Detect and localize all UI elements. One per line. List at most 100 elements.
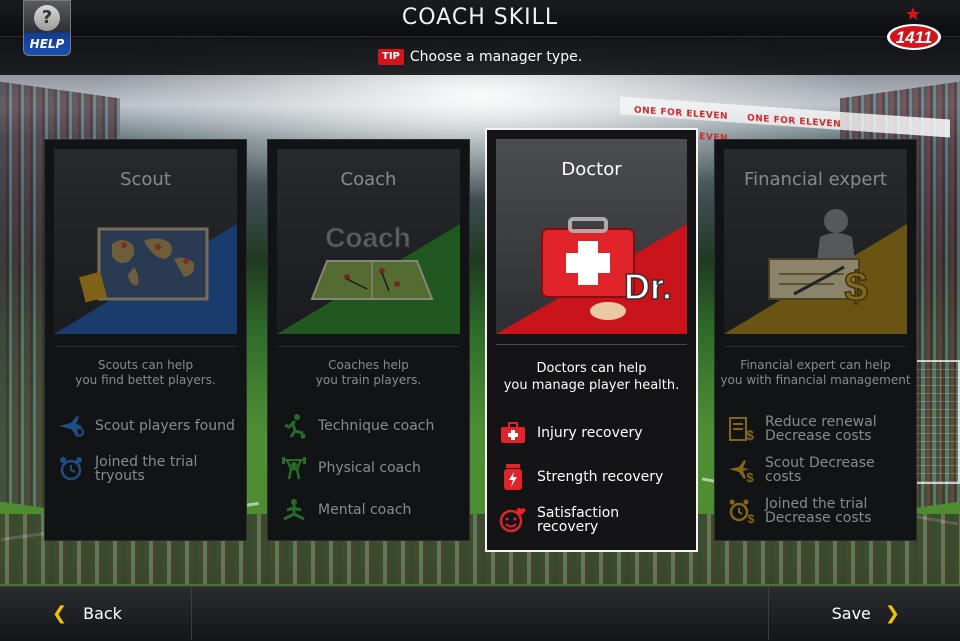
card-description: Coaches help you train players. <box>268 358 469 388</box>
energy-drink-icon <box>499 464 527 490</box>
plane-search-icon <box>57 413 85 439</box>
feature-line: tryouts <box>95 468 145 484</box>
help-button[interactable]: ? HELP <box>23 0 71 56</box>
feature-line: Scout players found <box>95 418 235 434</box>
feature-label: Reduce renewal Decrease costs <box>765 415 877 443</box>
save-button[interactable]: Save ❯ <box>768 586 960 640</box>
feature-label: Strength recovery <box>537 470 663 484</box>
feature-label: Joined the trial tryouts <box>95 455 197 483</box>
feature-item: Technique coach <box>280 413 465 439</box>
divider <box>724 346 907 347</box>
feature-line: Joined the trial <box>95 454 198 470</box>
tip-text: Choose a manager type. <box>409 49 583 65</box>
feature-line: Decrease costs <box>765 510 872 526</box>
card-title: Scout <box>120 169 171 190</box>
manager-card-doctor[interactable]: Dr. Doctor Doctors can help you manage p… <box>485 128 698 552</box>
feature-item: $ Reduce renewal Decrease costs <box>727 415 912 443</box>
feature-item: Joined the trial tryouts <box>57 455 242 483</box>
description-line: Doctors can help <box>536 361 647 376</box>
card-description: Financial expert can help you with finan… <box>715 358 916 388</box>
description-line: Coaches help <box>328 358 409 372</box>
feature-line: Satisfaction <box>537 505 620 521</box>
question-mark-icon: ? <box>34 5 60 31</box>
feature-line: recovery <box>537 519 599 535</box>
feature-label: Satisfaction recovery <box>537 506 619 534</box>
feature-line: Technique coach <box>318 418 435 434</box>
feature-item: Scout players found <box>57 413 242 439</box>
description-line: you train players. <box>315 373 422 387</box>
back-label: Back <box>83 603 122 623</box>
doctor-art-text: Dr. <box>624 266 672 307</box>
card-title: Doctor <box>561 159 622 180</box>
coach-artwork: Coach Coach <box>277 149 460 334</box>
description-line: you find bettet players. <box>75 373 216 387</box>
svg-text:$: $ <box>746 470 754 483</box>
description-line: you manage player health. <box>503 378 680 393</box>
page-title: COACH SKILL <box>401 5 559 30</box>
financial-expert-artwork: $ Financial expert <box>724 149 907 334</box>
feature-item: Physical coach <box>280 455 465 481</box>
card-description: Scouts can help you find bettet players. <box>45 358 246 388</box>
smiley-heart-icon <box>499 507 527 533</box>
kicking-player-icon <box>280 413 308 439</box>
alarm-dollar-icon: $ <box>727 498 755 524</box>
svg-text:$: $ <box>746 427 754 442</box>
feature-label: Mental coach <box>318 503 411 517</box>
help-label: HELP <box>29 37 65 51</box>
feature-label: Joined the trial Decrease costs <box>765 497 871 525</box>
feature-label: Technique coach <box>318 419 434 433</box>
feature-line: Mental coach <box>318 502 412 518</box>
chevron-right-icon: ❯ <box>884 602 900 624</box>
feature-item: Strength recovery <box>499 464 684 490</box>
chevron-left-icon: ❮ <box>52 602 68 624</box>
description-line: Scouts can help <box>97 358 194 372</box>
manager-card-financial-expert[interactable]: $ Financial expert Financial expert can … <box>714 139 917 541</box>
svg-text:$: $ <box>844 263 867 310</box>
logo-text: 1411 <box>896 28 933 47</box>
back-button[interactable]: ❮ Back <box>0 586 192 640</box>
divider <box>54 346 237 347</box>
first-aid-kit-icon <box>499 420 527 446</box>
feature-item: Mental coach <box>280 497 465 523</box>
feature-line: Strength recovery <box>537 469 664 485</box>
coach-art-text: Coach <box>325 222 411 253</box>
feature-item: $ Scout Decrease costs <box>727 456 912 484</box>
card-description: Doctors can help you manage player healt… <box>487 360 696 394</box>
top-bar: COACH SKILL <box>0 0 960 37</box>
manager-card-coach[interactable]: Coach Coach Coaches help you train playe… <box>267 139 470 541</box>
feature-line: Reduce renewal <box>765 414 877 430</box>
card-title: Financial expert <box>744 169 887 190</box>
feature-item: Injury recovery <box>499 420 684 446</box>
feature-label: Scout Decrease costs <box>765 456 875 484</box>
tip-badge: TIP <box>378 49 404 65</box>
description-line: Financial expert can help <box>740 358 891 372</box>
feature-line: Injury recovery <box>537 425 643 441</box>
feature-label: Injury recovery <box>537 426 643 440</box>
manager-card-scout[interactable]: Scout Scouts can help you find bettet pl… <box>44 139 247 541</box>
doctor-artwork: Dr. Doctor <box>496 139 687 334</box>
description-line: you with financial management <box>720 373 911 387</box>
save-label: Save <box>831 603 871 623</box>
banner-text: ONE FOR ELEVEN <box>634 105 729 123</box>
feature-line: Scout Decrease <box>765 455 875 471</box>
feature-label: Physical coach <box>318 461 421 475</box>
meditation-icon <box>280 497 308 523</box>
alarm-clock-icon <box>57 456 85 482</box>
game-logo: 1411 <box>887 7 941 50</box>
tip-message: TIP Choose a manager type. <box>378 48 582 66</box>
feature-line: Physical coach <box>318 460 421 476</box>
divider <box>496 344 687 345</box>
feature-line: Joined the trial <box>765 496 868 512</box>
scout-artwork: Scout <box>54 149 237 334</box>
feature-item: Satisfaction recovery <box>499 506 684 534</box>
divider <box>277 346 460 347</box>
banner-text: ONE FOR ELEVEN <box>747 113 842 130</box>
feature-line: Decrease costs <box>765 428 872 444</box>
contract-dollar-icon: $ <box>727 416 755 442</box>
feature-item: $ Joined the trial Decrease costs <box>727 497 912 525</box>
feature-line: costs <box>765 469 802 485</box>
tip-bar: TIP Choose a manager type. <box>0 37 960 75</box>
weightlifter-icon <box>280 455 308 481</box>
card-title: Coach <box>340 169 397 190</box>
svg-text:$: $ <box>748 512 755 524</box>
